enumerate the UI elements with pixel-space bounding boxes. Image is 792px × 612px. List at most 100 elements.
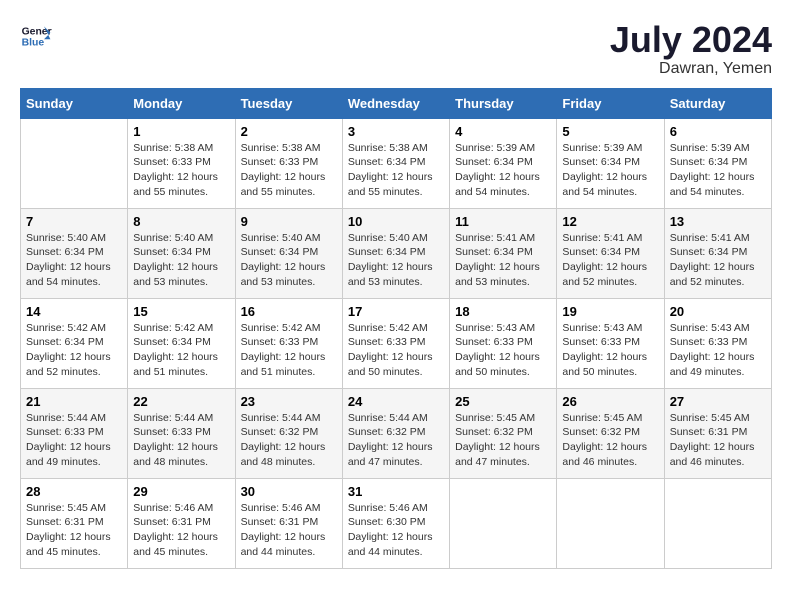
cell-daylight: Daylight: 12 hours and 54 minutes.	[670, 170, 766, 199]
calendar-cell: 8 Sunrise: 5:40 AM Sunset: 6:34 PM Dayli…	[128, 208, 235, 298]
cell-sunset: Sunset: 6:32 PM	[348, 425, 444, 440]
weekday-header-tuesday: Tuesday	[235, 88, 342, 118]
cell-sunset: Sunset: 6:33 PM	[562, 335, 658, 350]
page-header: General Blue July 2024 Dawran, Yemen	[20, 20, 772, 78]
calendar-cell: 7 Sunrise: 5:40 AM Sunset: 6:34 PM Dayli…	[21, 208, 128, 298]
cell-sunrise: Sunrise: 5:42 AM	[26, 321, 122, 336]
day-number: 1	[133, 124, 229, 139]
calendar-cell: 4 Sunrise: 5:39 AM Sunset: 6:34 PM Dayli…	[450, 118, 557, 208]
day-number: 31	[348, 484, 444, 499]
cell-daylight: Daylight: 12 hours and 44 minutes.	[348, 530, 444, 559]
cell-daylight: Daylight: 12 hours and 55 minutes.	[133, 170, 229, 199]
day-number: 4	[455, 124, 551, 139]
cell-daylight: Daylight: 12 hours and 53 minutes.	[241, 260, 337, 289]
cell-sunrise: Sunrise: 5:39 AM	[670, 141, 766, 156]
cell-sunrise: Sunrise: 5:44 AM	[26, 411, 122, 426]
day-number: 27	[670, 394, 766, 409]
cell-sunrise: Sunrise: 5:44 AM	[241, 411, 337, 426]
cell-sunrise: Sunrise: 5:43 AM	[670, 321, 766, 336]
cell-sunrise: Sunrise: 5:46 AM	[241, 501, 337, 516]
cell-sunrise: Sunrise: 5:41 AM	[670, 231, 766, 246]
cell-sunset: Sunset: 6:32 PM	[241, 425, 337, 440]
cell-sunset: Sunset: 6:33 PM	[670, 335, 766, 350]
weekday-header-wednesday: Wednesday	[342, 88, 449, 118]
month-year-title: July 2024	[610, 20, 772, 60]
cell-sunset: Sunset: 6:33 PM	[133, 155, 229, 170]
cell-daylight: Daylight: 12 hours and 51 minutes.	[241, 350, 337, 379]
calendar-cell: 16 Sunrise: 5:42 AM Sunset: 6:33 PM Dayl…	[235, 298, 342, 388]
calendar-header-row: SundayMondayTuesdayWednesdayThursdayFrid…	[21, 88, 772, 118]
calendar-cell	[450, 478, 557, 568]
calendar-cell	[664, 478, 771, 568]
cell-daylight: Daylight: 12 hours and 49 minutes.	[26, 440, 122, 469]
cell-sunset: Sunset: 6:34 PM	[133, 245, 229, 260]
cell-daylight: Daylight: 12 hours and 48 minutes.	[133, 440, 229, 469]
cell-daylight: Daylight: 12 hours and 48 minutes.	[241, 440, 337, 469]
day-number: 21	[26, 394, 122, 409]
cell-sunset: Sunset: 6:31 PM	[133, 515, 229, 530]
calendar-cell: 23 Sunrise: 5:44 AM Sunset: 6:32 PM Dayl…	[235, 388, 342, 478]
cell-sunset: Sunset: 6:33 PM	[26, 425, 122, 440]
cell-daylight: Daylight: 12 hours and 46 minutes.	[562, 440, 658, 469]
cell-sunset: Sunset: 6:34 PM	[562, 245, 658, 260]
cell-sunset: Sunset: 6:34 PM	[670, 155, 766, 170]
cell-sunrise: Sunrise: 5:46 AM	[348, 501, 444, 516]
day-number: 2	[241, 124, 337, 139]
calendar-cell: 24 Sunrise: 5:44 AM Sunset: 6:32 PM Dayl…	[342, 388, 449, 478]
location-subtitle: Dawran, Yemen	[610, 60, 772, 78]
cell-sunrise: Sunrise: 5:38 AM	[133, 141, 229, 156]
cell-sunrise: Sunrise: 5:44 AM	[348, 411, 444, 426]
cell-sunrise: Sunrise: 5:42 AM	[241, 321, 337, 336]
weekday-header-sunday: Sunday	[21, 88, 128, 118]
cell-sunrise: Sunrise: 5:45 AM	[26, 501, 122, 516]
calendar-table: SundayMondayTuesdayWednesdayThursdayFrid…	[20, 88, 772, 569]
cell-daylight: Daylight: 12 hours and 46 minutes.	[670, 440, 766, 469]
calendar-cell: 19 Sunrise: 5:43 AM Sunset: 6:33 PM Dayl…	[557, 298, 664, 388]
day-number: 20	[670, 304, 766, 319]
calendar-cell: 17 Sunrise: 5:42 AM Sunset: 6:33 PM Dayl…	[342, 298, 449, 388]
calendar-cell: 21 Sunrise: 5:44 AM Sunset: 6:33 PM Dayl…	[21, 388, 128, 478]
calendar-cell: 14 Sunrise: 5:42 AM Sunset: 6:34 PM Dayl…	[21, 298, 128, 388]
cell-daylight: Daylight: 12 hours and 50 minutes.	[348, 350, 444, 379]
cell-sunset: Sunset: 6:34 PM	[26, 245, 122, 260]
calendar-week-row: 7 Sunrise: 5:40 AM Sunset: 6:34 PM Dayli…	[21, 208, 772, 298]
cell-sunrise: Sunrise: 5:45 AM	[562, 411, 658, 426]
calendar-cell: 15 Sunrise: 5:42 AM Sunset: 6:34 PM Dayl…	[128, 298, 235, 388]
cell-sunrise: Sunrise: 5:39 AM	[455, 141, 551, 156]
cell-sunrise: Sunrise: 5:39 AM	[562, 141, 658, 156]
day-number: 22	[133, 394, 229, 409]
cell-daylight: Daylight: 12 hours and 47 minutes.	[348, 440, 444, 469]
cell-sunset: Sunset: 6:34 PM	[670, 245, 766, 260]
cell-sunset: Sunset: 6:33 PM	[348, 335, 444, 350]
calendar-week-row: 1 Sunrise: 5:38 AM Sunset: 6:33 PM Dayli…	[21, 118, 772, 208]
calendar-cell: 5 Sunrise: 5:39 AM Sunset: 6:34 PM Dayli…	[557, 118, 664, 208]
cell-daylight: Daylight: 12 hours and 54 minutes.	[455, 170, 551, 199]
cell-sunrise: Sunrise: 5:38 AM	[241, 141, 337, 156]
calendar-cell: 3 Sunrise: 5:38 AM Sunset: 6:34 PM Dayli…	[342, 118, 449, 208]
cell-sunset: Sunset: 6:32 PM	[562, 425, 658, 440]
cell-sunset: Sunset: 6:34 PM	[562, 155, 658, 170]
cell-daylight: Daylight: 12 hours and 52 minutes.	[26, 350, 122, 379]
cell-sunset: Sunset: 6:33 PM	[241, 155, 337, 170]
cell-sunset: Sunset: 6:33 PM	[455, 335, 551, 350]
day-number: 23	[241, 394, 337, 409]
cell-sunrise: Sunrise: 5:43 AM	[455, 321, 551, 336]
calendar-cell	[557, 478, 664, 568]
calendar-week-row: 28 Sunrise: 5:45 AM Sunset: 6:31 PM Dayl…	[21, 478, 772, 568]
day-number: 30	[241, 484, 337, 499]
day-number: 10	[348, 214, 444, 229]
day-number: 16	[241, 304, 337, 319]
cell-sunrise: Sunrise: 5:45 AM	[455, 411, 551, 426]
calendar-cell: 13 Sunrise: 5:41 AM Sunset: 6:34 PM Dayl…	[664, 208, 771, 298]
logo: General Blue	[20, 20, 52, 52]
cell-sunrise: Sunrise: 5:41 AM	[455, 231, 551, 246]
cell-sunrise: Sunrise: 5:38 AM	[348, 141, 444, 156]
calendar-cell: 6 Sunrise: 5:39 AM Sunset: 6:34 PM Dayli…	[664, 118, 771, 208]
calendar-cell: 22 Sunrise: 5:44 AM Sunset: 6:33 PM Dayl…	[128, 388, 235, 478]
cell-sunrise: Sunrise: 5:42 AM	[348, 321, 444, 336]
calendar-cell: 25 Sunrise: 5:45 AM Sunset: 6:32 PM Dayl…	[450, 388, 557, 478]
cell-sunset: Sunset: 6:31 PM	[670, 425, 766, 440]
cell-daylight: Daylight: 12 hours and 54 minutes.	[26, 260, 122, 289]
cell-sunset: Sunset: 6:34 PM	[241, 245, 337, 260]
cell-daylight: Daylight: 12 hours and 45 minutes.	[26, 530, 122, 559]
